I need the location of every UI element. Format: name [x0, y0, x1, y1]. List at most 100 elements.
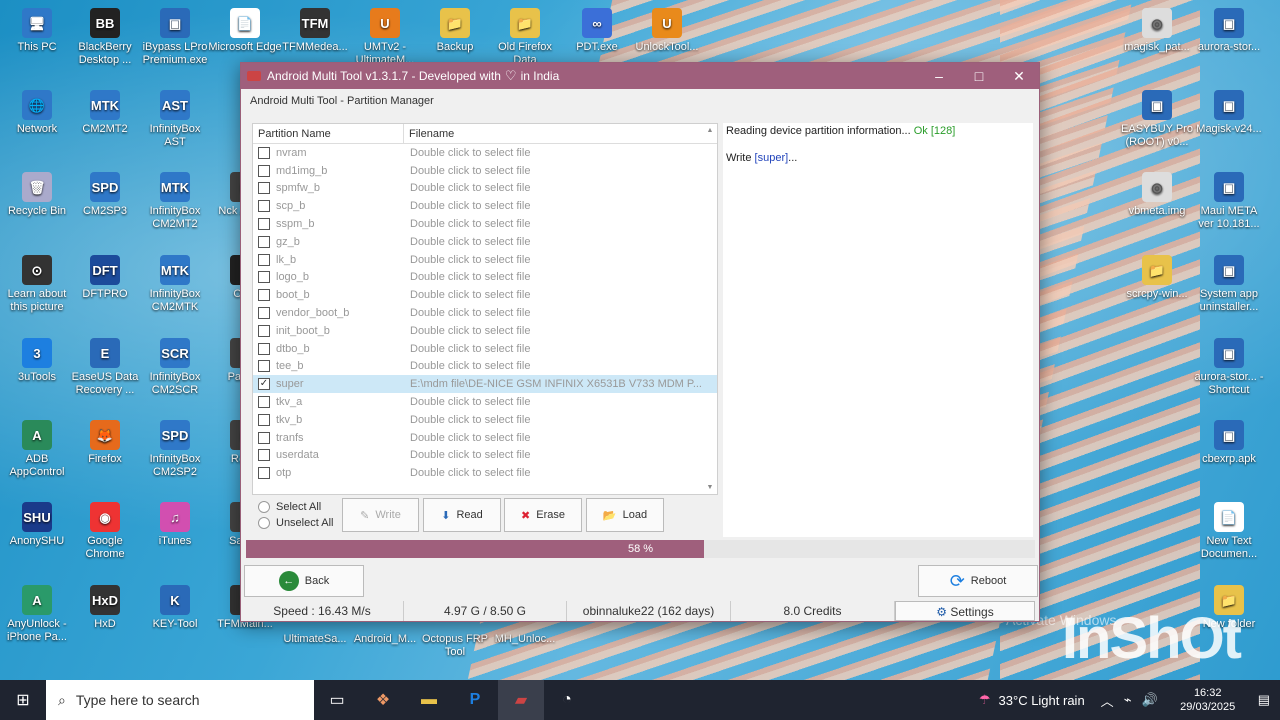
desktop-icon[interactable]: SCR InfinityBox CM2SCR: [138, 338, 212, 397]
partition-file[interactable]: Double click to select file: [410, 147, 530, 159]
desktop-icon[interactable]: 🌐 Network: [0, 90, 74, 136]
scroll-down-icon[interactable]: ▼: [707, 484, 714, 491]
table-row[interactable]: nvram Double click to select file: [253, 144, 717, 162]
notification-icon[interactable]: ▤: [1258, 692, 1270, 708]
table-row[interactable]: tranfs Double click to select file: [253, 429, 717, 447]
desktop-icon[interactable]: SPD CM2SP3: [68, 172, 142, 218]
partition-file[interactable]: Double click to select file: [410, 414, 530, 426]
desktop-icon[interactable]: 3 3uTools: [0, 338, 74, 384]
table-row[interactable]: ✓ super E:\mdm file\DE-NICE GSM INFINIX X6…: [253, 375, 717, 394]
desktop-icon[interactable]: ▣ aurora-stor... - Shortcut: [1192, 338, 1266, 397]
row-checkbox[interactable]: [258, 431, 270, 444]
partition-file[interactable]: Double click to select file: [410, 165, 530, 177]
desktop-icon[interactable]: 📁 scrcpy-win...: [1120, 255, 1194, 301]
table-row[interactable]: gz_b Double click to select file: [253, 233, 717, 251]
scroll-up-icon[interactable]: ▲: [707, 127, 714, 134]
desktop-icon[interactable]: 📄 Microsoft Edge: [208, 8, 282, 54]
table-row[interactable]: scp_b Double click to select file: [253, 197, 717, 215]
table-row[interactable]: vendor_boot_b Double click to select file: [253, 304, 717, 322]
desktop-icon[interactable]: MTK InfinityBox CM2MTK: [138, 255, 212, 314]
desktop-icon[interactable]: ⊙ Learn about this picture: [0, 255, 74, 314]
table-row[interactable]: dtbo_b Double click to select file: [253, 340, 717, 358]
chevron-up-icon[interactable]: ︿: [1101, 691, 1114, 710]
table-row[interactable]: sspm_b Double click to select file: [253, 215, 717, 233]
desktop-icon[interactable]: ▣ System app uninstaller...: [1192, 255, 1266, 314]
row-checkbox[interactable]: [258, 307, 270, 320]
desktop-icon[interactable]: ▣ iBypass LPro Premium.exe: [138, 8, 212, 67]
minimize-button[interactable]: –: [919, 63, 959, 89]
table-row[interactable]: lk_b Double click to select file: [253, 251, 717, 269]
desktop-icon[interactable]: ▣ aurora-stor...: [1192, 8, 1266, 54]
desktop-icon[interactable]: SHU AnonySHU: [0, 502, 74, 548]
desktop-icon[interactable]: K KEY-Tool: [138, 585, 212, 631]
file-explorer-button[interactable]: ▬: [406, 680, 452, 720]
unselect-all-radio[interactable]: Unselect All: [258, 515, 333, 531]
desktop-icon[interactable]: ◉ Google Chrome: [68, 502, 142, 561]
partition-file[interactable]: E:\mdm file\DE-NICE GSM INFINIX X6531B V…: [410, 378, 702, 390]
desktop-icon[interactable]: E EaseUS Data Recovery ...: [68, 338, 142, 397]
partition-file[interactable]: Double click to select file: [410, 343, 530, 355]
desktop-icon[interactable]: 📁 Old Firefox Data: [488, 8, 562, 67]
desktop-icon[interactable]: 📁 Backup: [418, 8, 492, 54]
desktop-icon[interactable]: SPD InfinityBox CM2SP2: [138, 420, 212, 479]
row-checkbox[interactable]: [258, 289, 270, 302]
row-checkbox[interactable]: [258, 324, 270, 337]
row-checkbox[interactable]: [258, 396, 270, 409]
column-filename[interactable]: Filename: [404, 124, 454, 143]
desktop-icon[interactable]: TFM TFMMedea...: [278, 8, 352, 54]
unlock-tool-taskbar[interactable]: ◔: [544, 680, 590, 720]
search-box[interactable]: ⌕ Type here to search: [46, 680, 314, 720]
partition-file[interactable]: Double click to select file: [410, 325, 530, 337]
desktop-icon[interactable]: A ADB AppControl: [0, 420, 74, 479]
back-button[interactable]: ← Back: [244, 565, 364, 597]
desktop-icon[interactable]: ▣ Maui META ver 10.181...: [1192, 172, 1266, 231]
row-checkbox[interactable]: [258, 253, 270, 266]
desktop-icon[interactable]: AST InfinityBox AST: [138, 90, 212, 149]
partition-file[interactable]: Double click to select file: [410, 218, 530, 230]
partition-file[interactable]: Double click to select file: [410, 432, 530, 444]
desktop-icon[interactable]: 🖥 This PC: [0, 8, 74, 54]
row-checkbox[interactable]: [258, 413, 270, 426]
table-row[interactable]: tee_b Double click to select file: [253, 358, 717, 376]
row-checkbox[interactable]: [258, 200, 270, 213]
desktop-icon[interactable]: MTK InfinityBox CM2MT2: [138, 172, 212, 231]
desktop-icon[interactable]: HxD HxD: [68, 585, 142, 631]
erase-button[interactable]: ✖ Erase: [504, 498, 582, 532]
close-button[interactable]: ✕: [999, 63, 1039, 89]
radio-icon[interactable]: [258, 517, 270, 529]
desktop-icon[interactable]: DFT DFTPRO: [68, 255, 142, 301]
desktop-icon[interactable]: ▣ EASYBUY Pro (ROOT) v0...: [1120, 90, 1194, 149]
desktop-icon[interactable]: 🦊 Firefox: [68, 420, 142, 466]
app-p-button[interactable]: P: [452, 680, 498, 720]
task-view-button[interactable]: ▭: [314, 680, 360, 720]
copilot-button[interactable]: ❖: [360, 680, 406, 720]
weather-text[interactable]: 33°C Light rain: [999, 693, 1085, 708]
table-row[interactable]: tkv_b Double click to select file: [253, 411, 717, 429]
table-row[interactable]: spmfw_b Double click to select file: [253, 180, 717, 198]
table-row[interactable]: userdata Double click to select file: [253, 447, 717, 465]
row-checkbox[interactable]: [258, 235, 270, 248]
row-checkbox[interactable]: [258, 467, 270, 480]
desktop-icon[interactable]: U UnlockTool...: [630, 8, 704, 54]
row-checkbox[interactable]: [258, 164, 270, 177]
row-checkbox[interactable]: [258, 182, 270, 195]
desktop-icon[interactable]: 📄 New Text Documen...: [1192, 502, 1266, 561]
network-icon[interactable]: ⌁: [1124, 692, 1132, 708]
partition-file[interactable]: Double click to select file: [410, 396, 530, 408]
row-checkbox[interactable]: [258, 146, 270, 159]
write-button[interactable]: ✎ Write: [342, 498, 419, 532]
table-row[interactable]: otp Double click to select file: [253, 464, 717, 482]
maximize-button[interactable]: □: [959, 63, 999, 89]
desktop-icon[interactable]: ♫ iTunes: [138, 502, 212, 548]
partition-file[interactable]: Double click to select file: [410, 307, 530, 319]
row-checkbox[interactable]: [258, 271, 270, 284]
desktop-icon[interactable]: ▣ Magisk-v24...: [1192, 90, 1266, 136]
android-multi-tool-taskbar[interactable]: ▰: [498, 680, 544, 720]
desktop-icon[interactable]: ◎ vbmeta.img: [1120, 172, 1194, 218]
desktop-icon[interactable]: ∞ PDT.exe: [560, 8, 634, 54]
read-button[interactable]: ⬇ Read: [423, 498, 501, 532]
partition-file[interactable]: Double click to select file: [410, 271, 530, 283]
load-button[interactable]: 📂 Load: [586, 498, 664, 532]
select-all-radio[interactable]: Select All: [258, 499, 333, 515]
volume-icon[interactable]: 🔊: [1142, 692, 1158, 708]
